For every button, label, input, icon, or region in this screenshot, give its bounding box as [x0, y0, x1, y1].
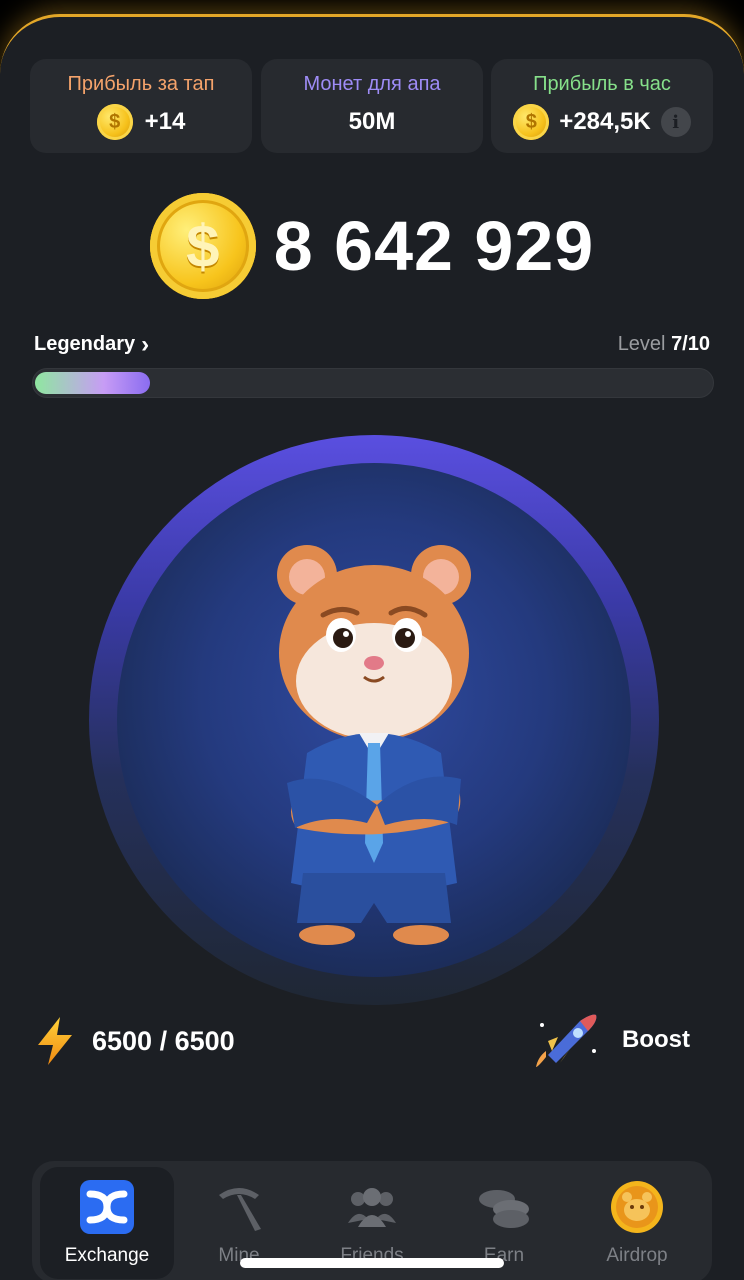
coins-icon	[476, 1179, 532, 1235]
chevron-right-icon: ›	[141, 330, 150, 358]
hamster-coin-icon	[609, 1179, 665, 1235]
level-name-link[interactable]: Legendary ›	[34, 330, 150, 358]
boost-label: Boost	[622, 1026, 690, 1053]
tap-area[interactable]	[89, 435, 659, 1005]
balance-value: 8 642 929	[273, 207, 595, 285]
rocket-icon	[536, 1014, 597, 1067]
coins-to-level-up-card[interactable]: Монет для апа 50M	[261, 59, 483, 153]
lightning-icon	[38, 1017, 72, 1065]
energy-indicator: 6500 / 6500	[36, 1017, 235, 1065]
pickaxe-icon	[211, 1179, 267, 1235]
coins-to-level-up-label: Монет для апа	[303, 73, 441, 95]
energy-value: 6500 / 6500	[92, 1025, 235, 1056]
exchange-icon	[79, 1179, 135, 1235]
coins-to-level-up-value: 50M	[348, 108, 396, 135]
level-progress-bar	[32, 368, 714, 398]
profit-per-hour-card[interactable]: Прибыль в час $ +284,5K i	[491, 59, 713, 153]
app-screen: Прибыль за тап $ +14 Монет для апа 50M П…	[0, 14, 744, 1280]
tap-area-inner[interactable]	[117, 463, 631, 977]
hamster-character-image[interactable]	[267, 543, 481, 953]
level-indicator: Level 7/10	[618, 333, 710, 356]
profit-per-tap-label: Прибыль за тап	[67, 73, 215, 95]
nav-airdrop-label: Airdrop	[606, 1245, 668, 1266]
level-name: Legendary	[34, 333, 136, 355]
coin-icon: $	[513, 104, 550, 140]
home-indicator	[240, 1258, 504, 1268]
profit-per-tap-value: +14	[144, 108, 186, 135]
coin-icon: $	[96, 104, 133, 140]
friends-icon	[344, 1179, 400, 1235]
level-prefix: Level	[617, 333, 666, 355]
boost-button[interactable]: Boost	[534, 1011, 690, 1069]
profit-per-hour-label: Прибыль в час	[533, 73, 671, 95]
profit-per-tap-card[interactable]: Прибыль за тап $ +14	[30, 59, 252, 153]
level-progress-fill	[35, 372, 150, 394]
nav-exchange[interactable]: Exchange	[40, 1167, 174, 1279]
balance: $ 8 642 929	[0, 193, 744, 299]
nav-airdrop[interactable]: Airdrop	[570, 1167, 704, 1279]
big-coin-icon: $	[149, 193, 256, 299]
profit-per-hour-value: +284,5K	[559, 108, 651, 135]
info-icon[interactable]: i	[660, 107, 691, 137]
nav-exchange-label: Exchange	[64, 1245, 150, 1266]
level-value: 7/10	[671, 333, 710, 355]
